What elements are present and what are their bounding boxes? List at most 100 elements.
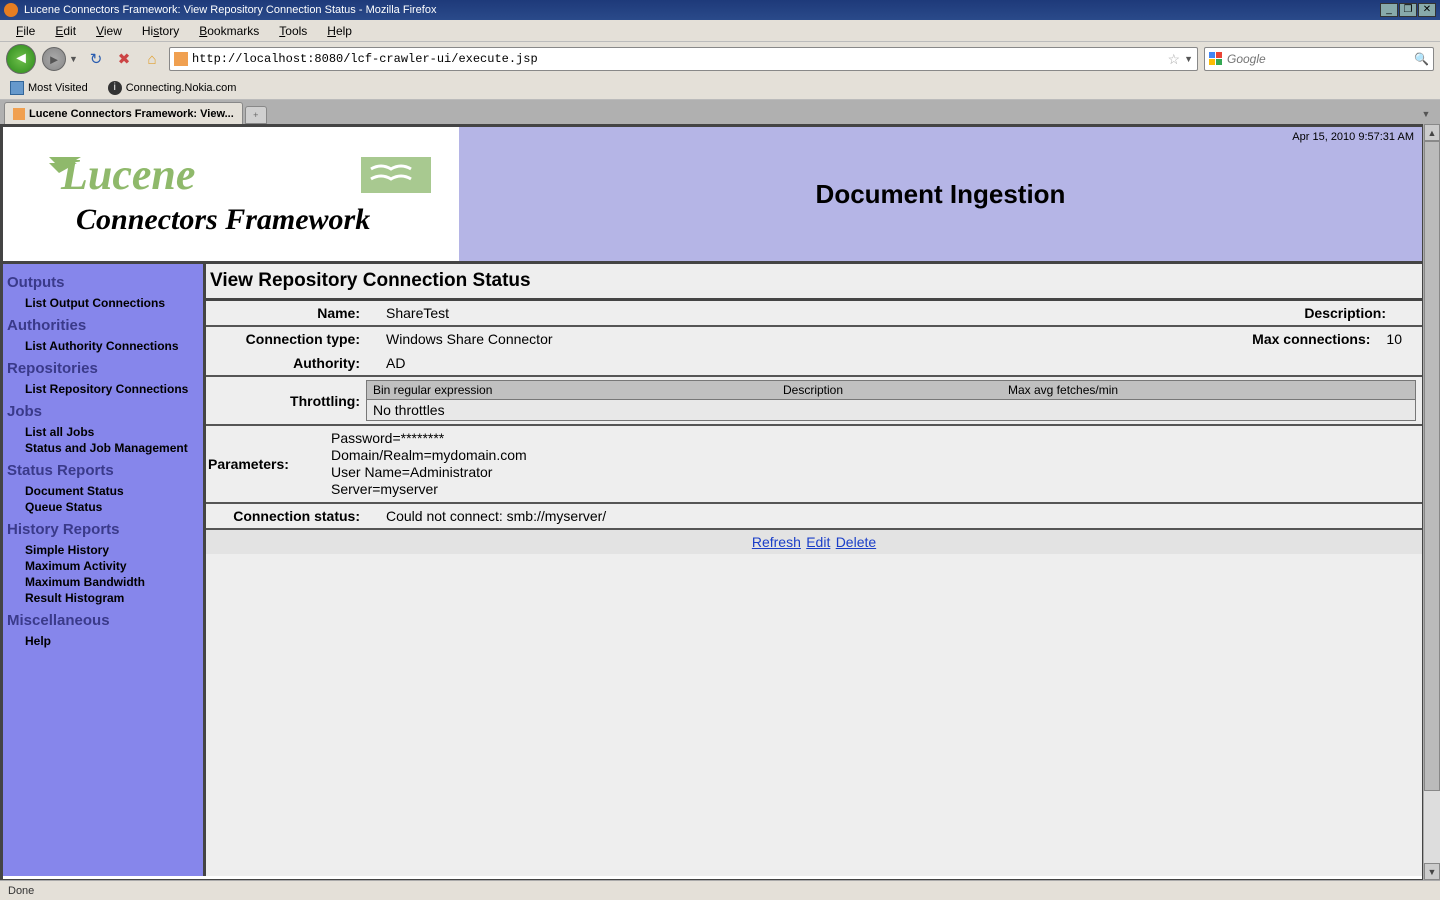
edit-link[interactable]: Edit xyxy=(806,534,830,550)
sidebar-heading-misc: Miscellaneous xyxy=(7,612,199,629)
action-bar: Refresh Edit Delete xyxy=(206,530,1422,554)
throttle-col-max: Max avg fetches/min xyxy=(1008,383,1409,397)
bookmark-most-visited[interactable]: Most Visited xyxy=(6,79,92,97)
bookmarks-toolbar: Most Visited i Connecting.Nokia.com xyxy=(0,76,1440,100)
main-content: View Repository Connection Status Name: … xyxy=(203,264,1422,876)
throttle-col-desc: Description xyxy=(783,383,1008,397)
firefox-icon xyxy=(4,3,18,17)
sidebar-heading-authorities: Authorities xyxy=(7,317,199,334)
param-domain: Domain/Realm=mydomain.com xyxy=(331,447,527,464)
menu-file[interactable]: File xyxy=(6,22,45,40)
browser-tab[interactable]: Lucene Connectors Framework: View... xyxy=(4,102,243,124)
sidebar-link-simple-history[interactable]: Simple History xyxy=(7,542,199,558)
status-bar: Done xyxy=(0,880,1440,900)
header-title: Document Ingestion xyxy=(816,179,1066,210)
label-connection-type: Connection type: xyxy=(206,327,366,351)
bookmark-label: Most Visited xyxy=(28,82,88,94)
stop-button[interactable]: ✖ xyxy=(113,48,135,70)
home-button[interactable]: ⌂ xyxy=(141,48,163,70)
page-favicon-icon xyxy=(174,52,188,66)
delete-link[interactable]: Delete xyxy=(836,534,876,550)
forward-button[interactable]: ► xyxy=(42,47,66,71)
window-title: Lucene Connectors Framework: View Reposi… xyxy=(24,4,1380,16)
tab-title: Lucene Connectors Framework: View... xyxy=(29,108,234,120)
page-title: View Repository Connection Status xyxy=(206,264,1422,298)
label-throttling: Throttling: xyxy=(206,389,366,413)
menu-history[interactable]: History xyxy=(132,22,189,40)
back-button[interactable]: ◄ xyxy=(6,44,36,74)
sidebar-link-max-bandwidth[interactable]: Maximum Bandwidth xyxy=(7,574,199,590)
menu-tools[interactable]: Tools xyxy=(269,22,317,40)
app-header: Lucene Connectors Framework Apr 15, 2010… xyxy=(3,127,1422,264)
url-bar[interactable]: ☆ ▼ xyxy=(169,47,1198,71)
search-input[interactable] xyxy=(1227,52,1410,66)
app-logo: Lucene Connectors Framework xyxy=(3,127,459,261)
sidebar-link-max-activity[interactable]: Maximum Activity xyxy=(7,558,199,574)
param-password: Password=******** xyxy=(331,430,527,447)
label-max-connections: Max connections: xyxy=(1246,327,1376,351)
maximize-button[interactable]: ❐ xyxy=(1399,3,1417,17)
sidebar-link-result-histogram[interactable]: Result Histogram xyxy=(7,590,199,606)
menu-edit[interactable]: Edit xyxy=(45,22,86,40)
bookmark-label: Connecting.Nokia.com xyxy=(126,82,237,94)
content-area: Lucene Connectors Framework Apr 15, 2010… xyxy=(0,124,1440,880)
label-description: Description: xyxy=(1298,301,1392,325)
minimize-button[interactable]: _ xyxy=(1380,3,1398,17)
sidebar-heading-repositories: Repositories xyxy=(7,360,199,377)
sidebar-heading-history-reports: History Reports xyxy=(7,521,199,538)
most-visited-icon xyxy=(10,81,24,95)
history-dropdown-icon[interactable]: ▼ xyxy=(69,54,79,64)
label-parameters: Parameters: xyxy=(206,452,321,476)
bookmark-star-icon[interactable]: ☆ xyxy=(1168,51,1181,68)
tab-favicon-icon xyxy=(13,108,25,120)
value-connection-status: Could not connect: smb://myserver/ xyxy=(366,504,616,528)
label-connection-status: Connection status: xyxy=(206,504,366,528)
value-max-connections: 10 xyxy=(1376,327,1422,351)
vertical-scrollbar[interactable]: ▲ ▼ xyxy=(1423,124,1440,880)
reload-button[interactable]: ↻ xyxy=(85,48,107,70)
sidebar-link-list-jobs[interactable]: List all Jobs xyxy=(7,424,199,440)
throttle-body: No throttles xyxy=(366,400,1416,421)
sidebar-heading-status-reports: Status Reports xyxy=(7,462,199,479)
scroll-thumb[interactable] xyxy=(1424,141,1440,791)
close-window-button[interactable]: ✕ xyxy=(1418,3,1436,17)
menu-bookmarks[interactable]: Bookmarks xyxy=(189,22,269,40)
param-server: Server=myserver xyxy=(331,481,527,498)
tab-list-button[interactable]: ▼ xyxy=(1416,104,1436,124)
url-input[interactable] xyxy=(192,52,1164,66)
menu-help[interactable]: Help xyxy=(317,22,362,40)
refresh-link[interactable]: Refresh xyxy=(752,534,801,550)
google-icon xyxy=(1209,52,1223,66)
sidebar: Outputs List Output Connections Authorit… xyxy=(3,264,203,876)
window-titlebar: Lucene Connectors Framework: View Reposi… xyxy=(0,0,1440,20)
value-description xyxy=(1392,301,1422,325)
search-bar[interactable]: 🔍 xyxy=(1204,47,1434,71)
svg-text:Connectors Framework: Connectors Framework xyxy=(76,203,370,236)
scroll-down-button[interactable]: ▼ xyxy=(1424,863,1440,880)
scroll-up-button[interactable]: ▲ xyxy=(1424,124,1440,141)
label-authority: Authority: xyxy=(206,351,366,375)
sidebar-link-doc-status[interactable]: Document Status xyxy=(7,483,199,499)
sidebar-heading-jobs: Jobs xyxy=(7,403,199,420)
bookmark-nokia[interactable]: i Connecting.Nokia.com xyxy=(104,79,241,97)
menu-view[interactable]: View xyxy=(86,22,132,40)
value-authority: AD xyxy=(366,351,415,375)
new-tab-button[interactable]: + xyxy=(245,106,267,124)
search-go-icon[interactable]: 🔍 xyxy=(1414,52,1429,66)
sidebar-link-list-output[interactable]: List Output Connections xyxy=(7,295,199,311)
nokia-icon: i xyxy=(108,81,122,95)
sidebar-link-queue-status[interactable]: Queue Status xyxy=(7,499,199,515)
nav-toolbar: ◄ ► ▼ ↻ ✖ ⌂ ☆ ▼ 🔍 xyxy=(0,42,1440,76)
header-timestamp: Apr 15, 2010 9:57:31 AM xyxy=(1292,131,1414,143)
menu-bar: File Edit View History Bookmarks Tools H… xyxy=(0,20,1440,42)
sidebar-link-list-auth[interactable]: List Authority Connections xyxy=(7,338,199,354)
throttle-col-bin: Bin regular expression xyxy=(373,383,783,397)
sidebar-link-list-repo[interactable]: List Repository Connections xyxy=(7,381,199,397)
param-user: User Name=Administrator xyxy=(331,464,527,481)
status-text: Done xyxy=(8,885,34,897)
url-dropdown-icon[interactable]: ▼ xyxy=(1184,54,1193,64)
value-name: ShareTest xyxy=(366,301,459,325)
sidebar-link-help[interactable]: Help xyxy=(7,633,199,649)
sidebar-link-status-mgmt[interactable]: Status and Job Management xyxy=(7,440,199,456)
sidebar-heading-outputs: Outputs xyxy=(7,274,199,291)
